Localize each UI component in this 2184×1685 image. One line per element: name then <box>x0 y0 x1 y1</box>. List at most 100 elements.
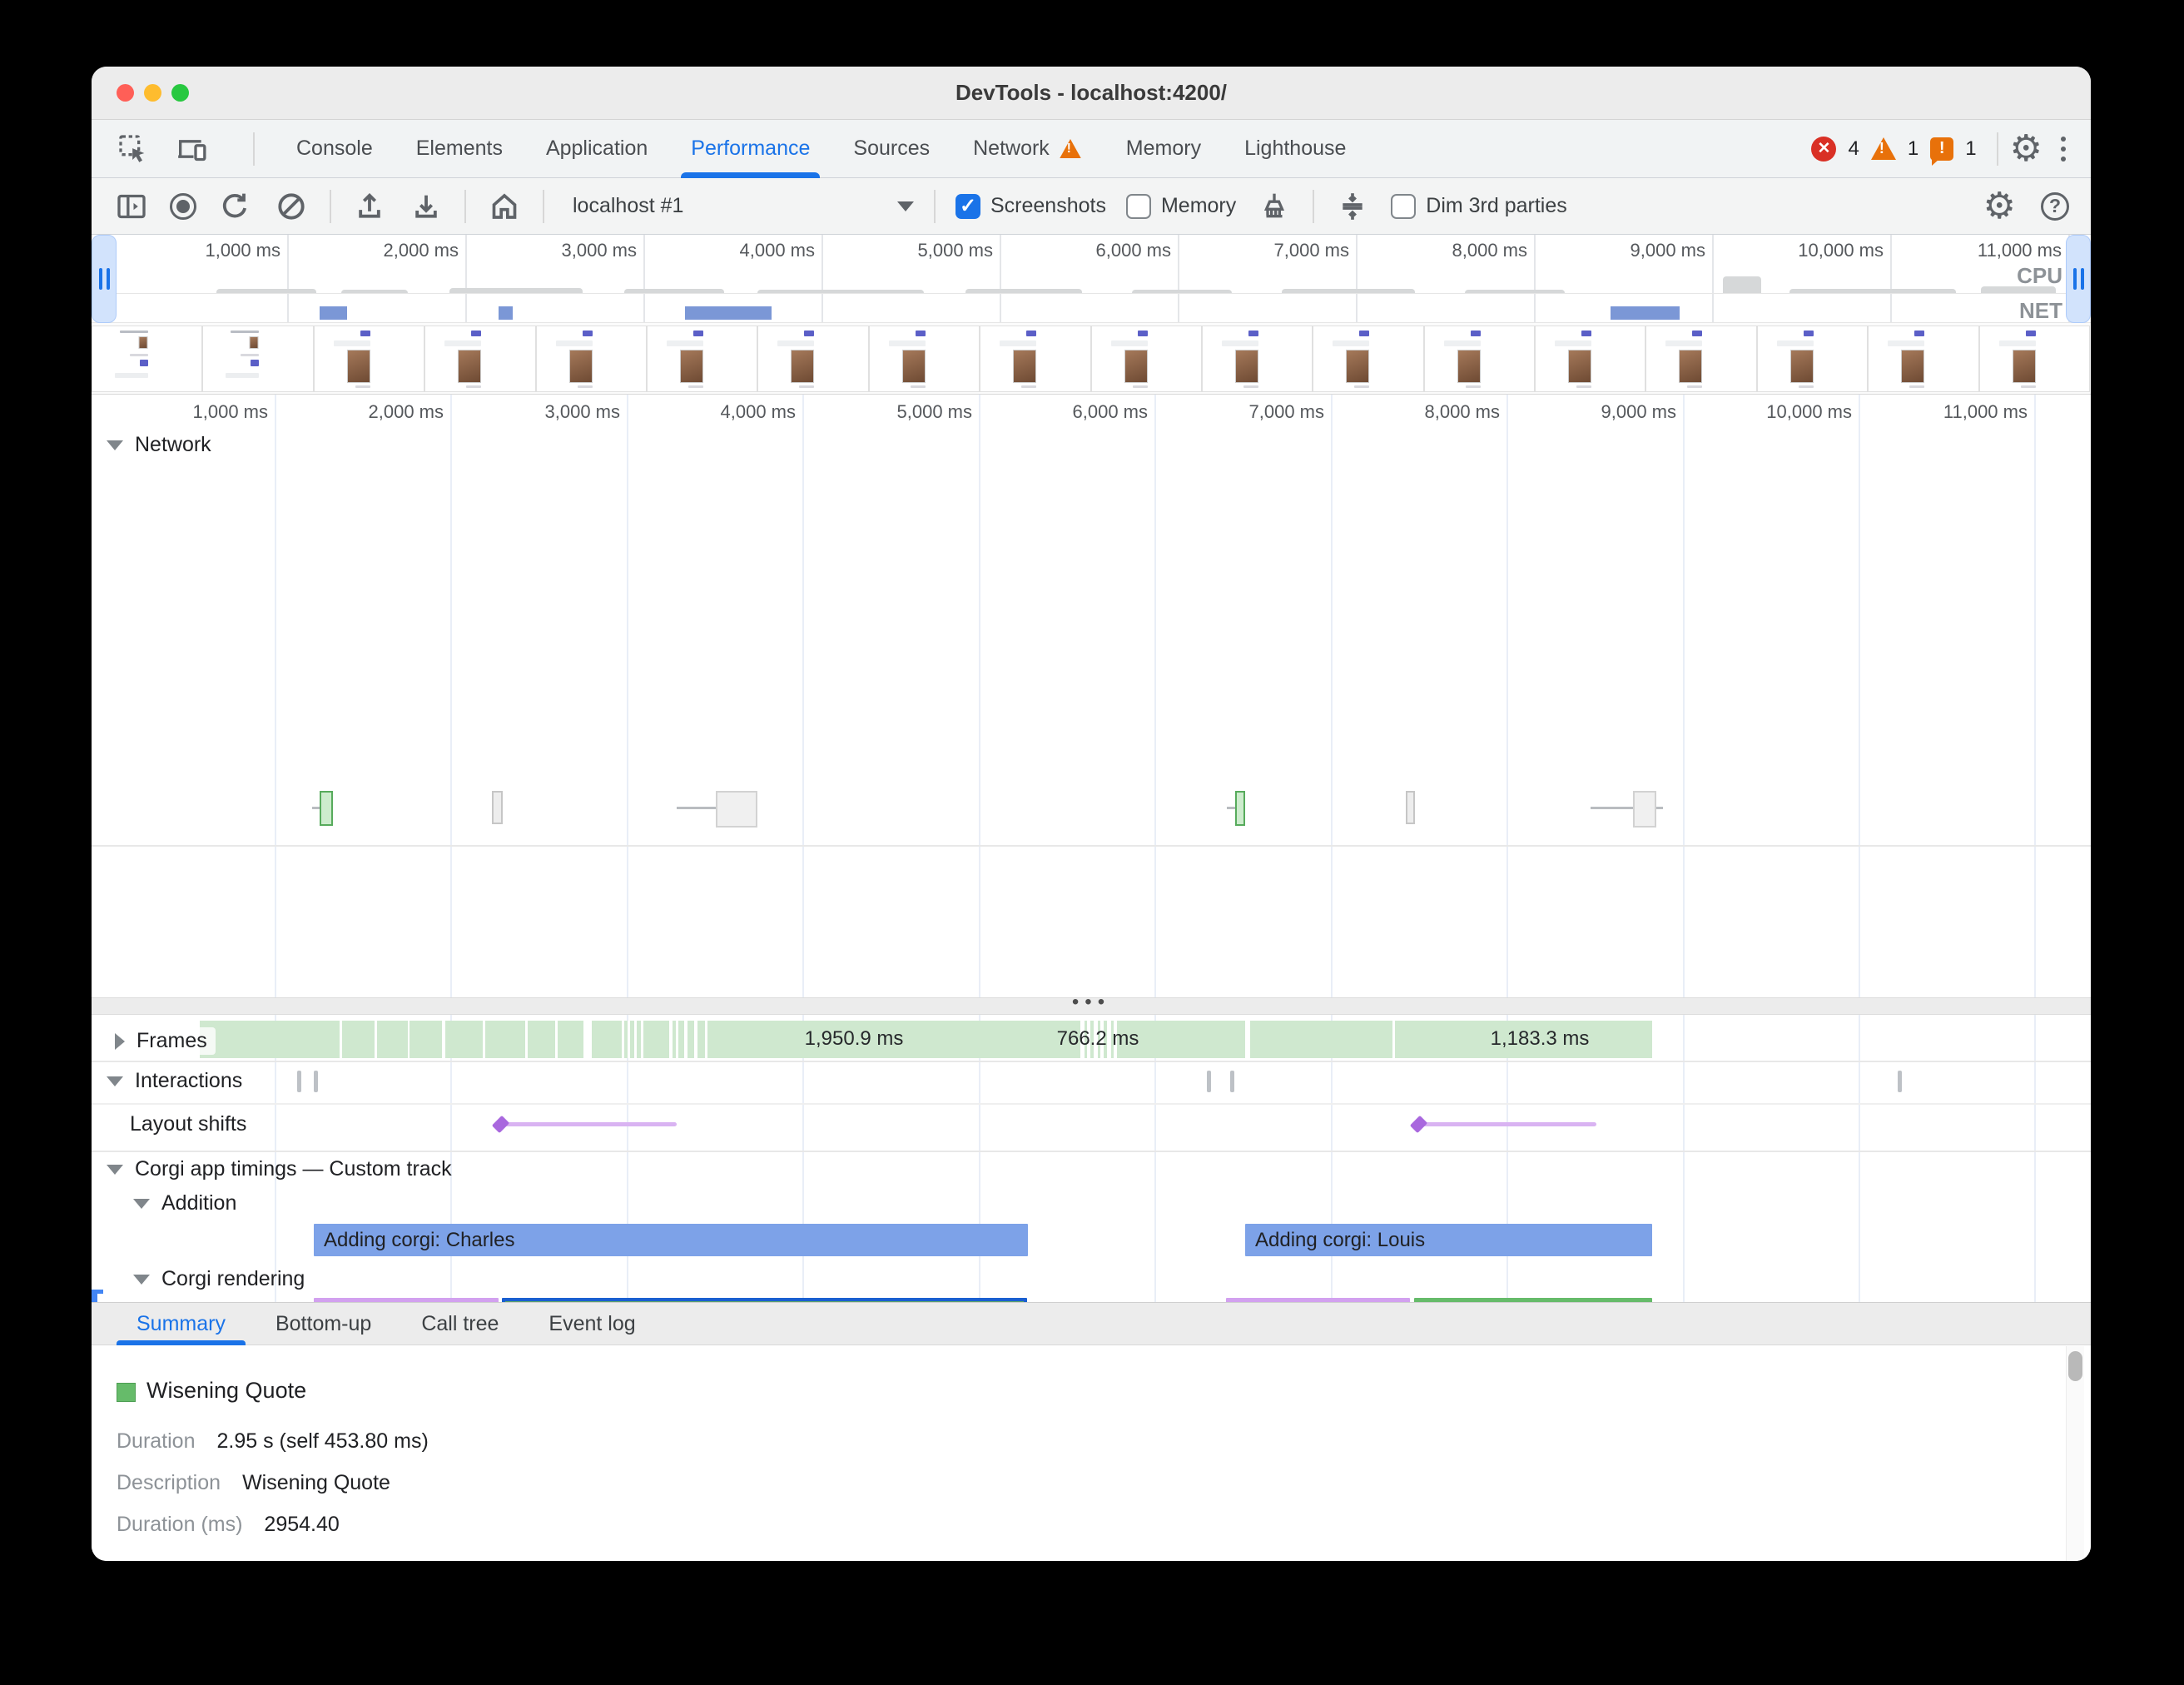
error-count[interactable]: 4 <box>1848 137 1859 161</box>
frame-content <box>902 350 926 383</box>
tab-network[interactable]: Network <box>951 120 1104 178</box>
film-frame[interactable] <box>757 326 868 392</box>
grid-line <box>1859 395 1860 1302</box>
tab-sources[interactable]: Sources <box>831 120 951 178</box>
summary-scrollbar[interactable] <box>2066 1346 2084 1561</box>
layout-shift-line[interactable] <box>1417 1122 1596 1126</box>
tab-lighthouse[interactable]: Lighthouse <box>1223 120 1367 178</box>
film-frame[interactable] <box>536 326 647 392</box>
upload-profile-icon[interactable] <box>351 188 388 225</box>
tracks-resize-handle[interactable]: ••• <box>92 997 2091 1015</box>
settings-gear-icon[interactable]: ⚙ <box>2010 131 2043 167</box>
track-label-frames[interactable]: Frames <box>107 1027 216 1055</box>
cpu-activity-bump <box>341 290 408 293</box>
group-label-addition[interactable]: Addition <box>133 1191 236 1215</box>
film-frame[interactable] <box>1757 326 1868 392</box>
screenshots-checkbox[interactable]: ✓ Screenshots <box>956 194 1106 219</box>
frame-gap <box>694 1021 697 1058</box>
tab-application[interactable]: Application <box>524 120 669 178</box>
film-frame[interactable] <box>1313 326 1423 392</box>
interaction-mark[interactable] <box>314 1071 318 1092</box>
timing-bar-addition[interactable]: Adding corgi: Louis <box>1245 1224 1652 1256</box>
dim-3rd-parties-checkbox[interactable]: Dim 3rd parties <box>1391 194 1567 219</box>
interaction-mark[interactable] <box>297 1071 301 1092</box>
interaction-mark[interactable] <box>1898 1071 1902 1092</box>
frames-band[interactable]: 1,950.9 ms766.2 ms1,183.3 ms <box>200 1021 1652 1058</box>
collapse-tracks-icon[interactable] <box>1334 188 1371 225</box>
frame-gap <box>1392 1021 1395 1058</box>
film-frame[interactable] <box>1979 326 2090 392</box>
layout-shift-line[interactable] <box>499 1122 677 1126</box>
clear-recording-icon[interactable] <box>273 188 310 225</box>
tab-performance[interactable]: Performance <box>669 120 831 178</box>
summary-panel: Wisening Quote Duration2.95 s (self 453.… <box>92 1346 2091 1561</box>
film-frame[interactable] <box>869 326 980 392</box>
device-toolbar-icon[interactable] <box>173 131 210 167</box>
film-frame[interactable] <box>647 326 757 392</box>
film-frame[interactable] <box>1535 326 1645 392</box>
track-label-network[interactable]: Network <box>107 433 211 457</box>
layout-shift-diamond-icon[interactable] <box>1410 1116 1427 1133</box>
film-frame[interactable] <box>202 326 313 392</box>
request-whisker <box>1656 807 1663 809</box>
inspect-element-icon[interactable] <box>115 131 151 167</box>
toggle-sidebar-icon[interactable] <box>113 188 150 225</box>
scrollbar-thumb[interactable] <box>2068 1351 2082 1381</box>
track-label-text: Corgi app timings — Custom track <box>135 1157 452 1181</box>
issues-badge-icon[interactable]: ! <box>1930 137 1953 161</box>
memory-checkbox[interactable]: Memory <box>1126 194 1236 219</box>
interaction-mark[interactable] <box>1230 1071 1234 1092</box>
request-bar <box>1235 791 1245 826</box>
overview-right-handle[interactable] <box>2066 235 2091 323</box>
record-button[interactable] <box>170 193 196 220</box>
help-icon[interactable]: ? <box>2041 192 2069 221</box>
capture-settings-gear-icon[interactable]: ⚙ <box>1983 188 2016 225</box>
layout-shift-diamond-icon[interactable] <box>492 1116 509 1133</box>
summary-row-value: 2.95 s (self 453.80 ms) <box>217 1429 429 1453</box>
group-label-corgi-rendering[interactable]: Corgi rendering <box>133 1267 305 1291</box>
bottom-tab-event-log[interactable]: Event log <box>524 1302 660 1345</box>
film-frame[interactable] <box>980 326 1090 392</box>
checkbox-unchecked-icon <box>1126 194 1151 219</box>
film-frame[interactable] <box>92 326 202 392</box>
bottom-tab-bottom-up[interactable]: Bottom-up <box>251 1302 396 1345</box>
warning-count[interactable]: 1 <box>1908 137 1918 161</box>
bottom-tab-summary[interactable]: Summary <box>112 1302 251 1345</box>
more-options-kebab-icon[interactable] <box>2054 137 2072 162</box>
track-label-layout-shifts[interactable]: Layout shifts <box>130 1112 246 1136</box>
download-profile-icon[interactable] <box>408 188 444 225</box>
tab-memory[interactable]: Memory <box>1104 120 1223 178</box>
track-label-corgi-custom[interactable]: Corgi app timings — Custom track <box>107 1157 452 1181</box>
film-frame[interactable] <box>1424 326 1535 392</box>
track-label-interactions[interactable]: Interactions <box>107 1069 242 1093</box>
film-frame[interactable] <box>1645 326 1756 392</box>
tab-label: Sources <box>853 137 930 161</box>
garbage-collect-icon[interactable] <box>1256 188 1293 225</box>
frame-content <box>251 360 259 366</box>
bottom-tab-label: Bottom-up <box>275 1312 371 1336</box>
error-badge-icon[interactable]: ✕ <box>1811 137 1836 162</box>
profile-select[interactable]: localhost #1 <box>564 194 914 218</box>
frame-content <box>1901 350 1924 383</box>
frame-gap <box>340 1021 342 1058</box>
summary-title: Wisening Quote <box>146 1378 306 1404</box>
interaction-mark[interactable] <box>1207 1071 1211 1092</box>
issues-count[interactable]: 1 <box>1965 137 1976 161</box>
cpu-activity-bump <box>757 290 924 293</box>
frame-gap <box>705 1021 707 1058</box>
timing-bar-addition[interactable]: Adding corgi: Charles <box>314 1224 1028 1256</box>
film-frame[interactable] <box>1091 326 1202 392</box>
tab-elements[interactable]: Elements <box>395 120 524 178</box>
ruler-tick-label: 5,000 ms <box>839 401 972 423</box>
film-frame[interactable] <box>1868 326 1978 392</box>
film-frame[interactable] <box>424 326 535 392</box>
tab-console[interactable]: Console <box>275 120 395 178</box>
screenshot-filmstrip <box>92 323 2091 395</box>
overview-left-handle[interactable] <box>92 235 117 323</box>
film-frame[interactable] <box>1202 326 1313 392</box>
reload-and-record-icon[interactable] <box>216 188 253 225</box>
bottom-tab-call-tree[interactable]: Call tree <box>396 1302 524 1345</box>
home-icon[interactable] <box>486 188 523 225</box>
film-frame[interactable] <box>314 326 424 392</box>
warning-badge-icon[interactable] <box>1871 137 1896 160</box>
